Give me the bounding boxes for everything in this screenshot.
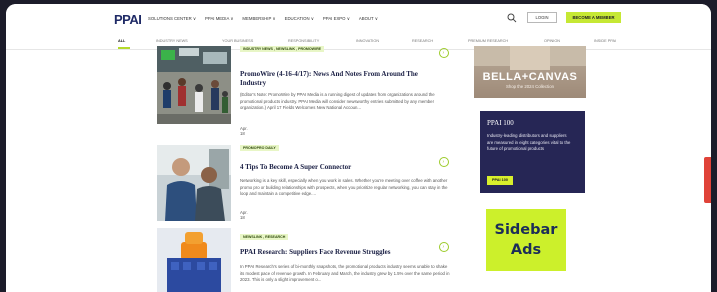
tab-your-business[interactable]: YOUR BUSINESS [222, 39, 253, 43]
tab-innovation[interactable]: INNOVATION [356, 39, 379, 43]
article-thumbnail[interactable] [157, 46, 231, 124]
nav-membership[interactable]: MEMBERSHIP ∨ [242, 16, 275, 22]
article-date: Apr. 18 [240, 210, 248, 220]
sidebar-ads-line2: Ads [510, 242, 542, 258]
article-tag[interactable]: NEWSLINK , RESEARCH [240, 234, 289, 240]
tab-opinion[interactable]: OPINION [544, 39, 560, 43]
nav-ppai-media[interactable]: PPAI MEDIA ∨ [205, 16, 233, 22]
article-thumbnail[interactable] [157, 228, 231, 292]
browser-page: PPAI SOLUTIONS CENTER ∨ PPAI MEDIA ∨ MEM… [6, 4, 711, 292]
article-tag[interactable]: PROMOPRO DAILY [240, 145, 279, 151]
ppai-100-button[interactable]: PPAI 100 [487, 176, 513, 185]
nav-about[interactable]: ABOUT ∨ [359, 16, 378, 22]
article-excerpt: Networking is a key skill, especially wh… [240, 178, 448, 196]
bella-canvas-logo: BELLA+CANVAS [482, 71, 578, 83]
ppai-logo[interactable]: PPAI [114, 12, 142, 27]
ppai-100-title: PPAI 100 [487, 119, 514, 127]
article-date: Apr. 18 [240, 126, 248, 136]
article-excerpt: (Editor's Note: PromoWire by PPAI Media … [240, 92, 435, 110]
bella-canvas-tagline: Shop the 2024 Collection [505, 84, 555, 89]
article-title[interactable]: 4 Tips To Become A Super Connector [240, 163, 430, 172]
tab-industry-news[interactable]: INDUSTRY NEWS [156, 39, 188, 43]
active-tab-indicator [118, 47, 130, 49]
tab-premium-research[interactable]: PREMIUM RESEARCH [468, 39, 508, 43]
site-header: PPAI SOLUTIONS CENTER ∨ PPAI MEDIA ∨ MEM… [6, 4, 711, 32]
nav-education[interactable]: EDUCATION ∨ [285, 16, 314, 22]
tab-all[interactable]: ALL [118, 39, 125, 43]
arrow-right-icon[interactable]: › [439, 242, 449, 252]
sidebar-ads-placeholder[interactable]: Sidebar Ads [486, 209, 566, 271]
bella-canvas-ad[interactable]: BELLA+CANVAS Shop the 2024 Collection [474, 46, 586, 98]
become-member-button[interactable]: BECOME A MEMBER [566, 12, 621, 23]
article-thumbnail[interactable] [157, 145, 231, 221]
tab-responsibility[interactable]: RESPONSIBILITY [288, 39, 319, 43]
search-icon[interactable] [507, 13, 517, 23]
category-tabs: ALL INDUSTRY NEWS YOUR BUSINESS RESPONSI… [6, 32, 711, 50]
article-tag[interactable]: INDUSTRY NEWS , NEWSLINK , PROMOWIRE [240, 46, 325, 52]
tab-inside-ppai[interactable]: INSIDE PPAI [594, 39, 616, 43]
sidebar-ads-line1: Sidebar [494, 222, 558, 238]
ppai-100-promo[interactable]: PPAI 100 Industry-leading distributors a… [480, 111, 585, 193]
article-excerpt: In PPAI Research's series of bi-monthly … [240, 264, 450, 282]
arrow-right-icon[interactable]: › [439, 48, 449, 58]
nav-solutions-center[interactable]: SOLUTIONS CENTER ∨ [148, 16, 196, 22]
feedback-tab[interactable] [704, 157, 711, 203]
nav-ppai-expo[interactable]: PPAI EXPO ∨ [323, 16, 350, 22]
ppai-100-description: Industry-leading distributors and suppli… [487, 133, 571, 151]
main-nav: SOLUTIONS CENTER ∨ PPAI MEDIA ∨ MEMBERSH… [148, 16, 378, 22]
article-title[interactable]: PPAI Research: Suppliers Face Revenue St… [240, 248, 430, 257]
article-title[interactable]: PromoWire (4-16-4/17): News And Notes Fr… [240, 70, 430, 88]
arrow-right-icon[interactable]: › [439, 157, 449, 167]
tab-research[interactable]: RESEARCH [412, 39, 433, 43]
login-button[interactable]: LOGIN [527, 12, 557, 23]
